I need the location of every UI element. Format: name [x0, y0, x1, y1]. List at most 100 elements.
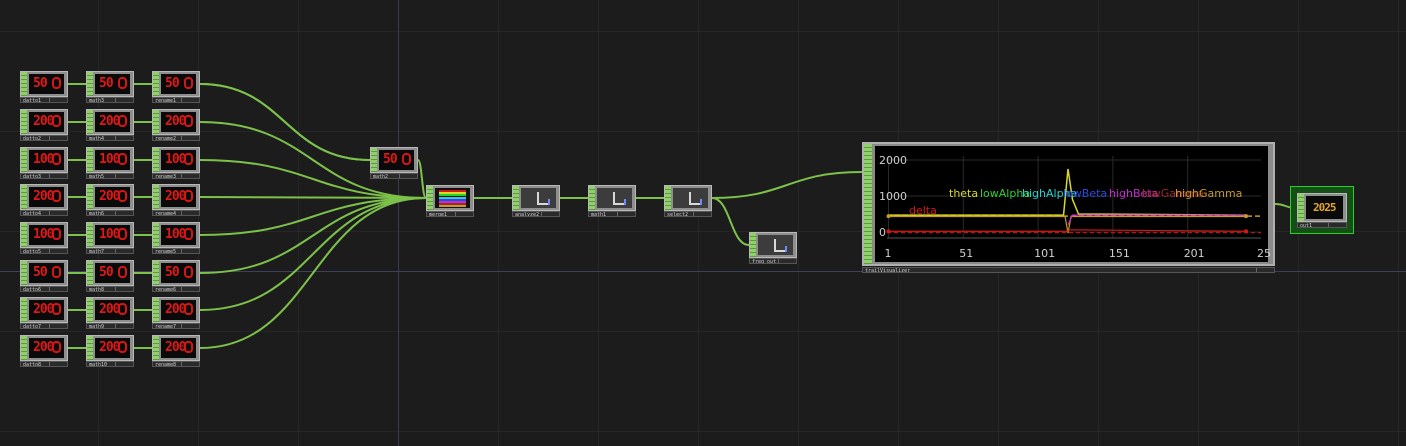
trail-visualizer-node[interactable]: 2000 1000 0 1 51 101 151 201 25 delta theta lowAlph…: [862, 142, 1275, 266]
math5-label[interactable]: math5: [86, 173, 134, 179]
input-connector-strip[interactable]: [87, 148, 93, 172]
math10-label[interactable]: math10: [86, 361, 134, 367]
math3-label[interactable]: math3: [86, 97, 134, 103]
datto1-label[interactable]: datto1: [20, 97, 68, 103]
math10-node[interactable]: 200: [86, 335, 134, 361]
input-connector-strip[interactable]: [21, 185, 27, 209]
datto7-label[interactable]: datto7: [20, 323, 68, 329]
math7-node[interactable]: 100: [86, 222, 134, 248]
math7-label[interactable]: math7: [86, 248, 134, 254]
rename8-label[interactable]: rename8: [152, 361, 200, 367]
input-connector-strip[interactable]: [87, 223, 93, 247]
math6-label[interactable]: math6: [86, 210, 134, 216]
input-connector-strip[interactable]: [1298, 194, 1304, 221]
datto4-label[interactable]: datto4: [20, 210, 68, 216]
merge1-label[interactable]: merge1: [426, 211, 474, 217]
math5-node[interactable]: 100: [86, 147, 134, 173]
datto4-node[interactable]: 200: [20, 184, 68, 210]
rename8-node[interactable]: 200: [152, 335, 200, 361]
input-connector-strip[interactable]: [21, 148, 27, 172]
datto8-node[interactable]: 200: [20, 335, 68, 361]
wire[interactable]: [199, 196, 427, 199]
input-connector-strip[interactable]: [21, 72, 27, 96]
math2-label[interactable]: math2: [370, 173, 418, 179]
datto1-node[interactable]: 50: [20, 71, 68, 97]
analyze2-node[interactable]: [512, 185, 560, 211]
input-connector-strip[interactable]: [87, 110, 93, 134]
input-connector-strip[interactable]: [153, 261, 159, 285]
datto3-node[interactable]: 100: [20, 147, 68, 173]
datto2-label[interactable]: datto2: [20, 135, 68, 141]
input-connector-strip[interactable]: [21, 223, 27, 247]
input-connector-strip[interactable]: [513, 186, 519, 210]
input-connector-strip[interactable]: [21, 261, 27, 285]
input-connector-strip[interactable]: [153, 72, 159, 96]
input-connector-strip[interactable]: [21, 110, 27, 134]
input-connector-strip[interactable]: [87, 72, 93, 96]
math6-node[interactable]: 200: [86, 184, 134, 210]
input-connector-strip[interactable]: [87, 298, 93, 322]
datto5-node[interactable]: 100: [20, 222, 68, 248]
math8-label[interactable]: math8: [86, 286, 134, 292]
input-connector-strip[interactable]: [21, 298, 27, 322]
datto6-node[interactable]: 50: [20, 260, 68, 286]
input-connector-strip[interactable]: [153, 298, 159, 322]
datto5-label[interactable]: datto5: [20, 248, 68, 254]
rename3-node[interactable]: 100: [152, 147, 200, 173]
datto2-node[interactable]: 200: [20, 109, 68, 135]
input-connector-strip[interactable]: [153, 185, 159, 209]
wire[interactable]: [199, 197, 427, 274]
input-connector-strip[interactable]: [21, 336, 27, 360]
freq-out-label[interactable]: freq_out: [749, 258, 797, 264]
input-connector-strip[interactable]: [153, 110, 159, 134]
merge1-node[interactable]: [426, 185, 474, 211]
input-connector-strip[interactable]: [665, 186, 671, 210]
rename3-label[interactable]: rename3: [152, 173, 200, 179]
analyze2-label[interactable]: analyze2: [512, 211, 560, 217]
select2-node[interactable]: [664, 185, 712, 211]
math8-node[interactable]: 50: [86, 260, 134, 286]
input-connector-strip[interactable]: [153, 223, 159, 247]
rename5-label[interactable]: rename5: [152, 248, 200, 254]
input-connector-strip[interactable]: [87, 261, 93, 285]
wire[interactable]: [711, 197, 750, 246]
datto8-label[interactable]: datto8: [20, 361, 68, 367]
rename2-node[interactable]: 200: [152, 109, 200, 135]
out1-node[interactable]: 2025 out1: [1290, 186, 1354, 234]
out1-label[interactable]: out1: [1297, 222, 1347, 228]
input-connector-strip[interactable]: [153, 336, 159, 360]
datto6-label[interactable]: datto6: [20, 286, 68, 292]
math4-label[interactable]: math4: [86, 135, 134, 141]
math1-node[interactable]: [588, 185, 636, 211]
rename4-node[interactable]: 200: [152, 184, 200, 210]
rename4-label[interactable]: rename4: [152, 210, 200, 216]
rename6-node[interactable]: 50: [152, 260, 200, 286]
input-connector-strip[interactable]: [87, 185, 93, 209]
freq-out-node[interactable]: [749, 232, 797, 258]
rename7-label[interactable]: rename7: [152, 323, 200, 329]
datto3-label[interactable]: datto3: [20, 173, 68, 179]
math9-node[interactable]: 200: [86, 297, 134, 323]
datto7-node[interactable]: 200: [20, 297, 68, 323]
math9-label[interactable]: math9: [86, 323, 134, 329]
rename1-node[interactable]: 50: [152, 71, 200, 97]
wire[interactable]: [199, 83, 371, 161]
math3-node[interactable]: 50: [86, 71, 134, 97]
math4-node[interactable]: 200: [86, 109, 134, 135]
wire[interactable]: [417, 159, 427, 199]
trail-visualizer-label[interactable]: trailVisualizer: [862, 267, 1275, 273]
rename7-node[interactable]: 200: [152, 297, 200, 323]
wire[interactable]: [711, 171, 863, 199]
wire[interactable]: [199, 197, 427, 349]
select2-label[interactable]: select2: [664, 211, 712, 217]
math1-label[interactable]: math1: [588, 211, 636, 217]
rename1-label[interactable]: rename1: [152, 97, 200, 103]
input-connector-strip[interactable]: [87, 336, 93, 360]
input-connector-strip[interactable]: [589, 186, 595, 210]
rename2-label[interactable]: rename2: [152, 135, 200, 141]
rename5-node[interactable]: 100: [152, 222, 200, 248]
math2-node[interactable]: 50: [370, 147, 418, 173]
input-connector-strip[interactable]: [750, 233, 756, 257]
input-connector-strip[interactable]: [427, 186, 433, 210]
input-connector-strip[interactable]: [371, 148, 377, 172]
